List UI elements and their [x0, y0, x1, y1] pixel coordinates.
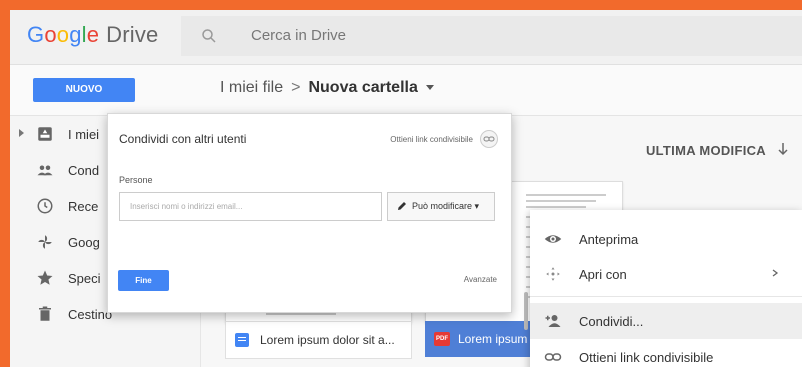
permission-dropdown[interactable]: Può modificare ▾ — [387, 192, 495, 221]
star-icon — [37, 270, 53, 285]
eye-icon — [544, 235, 562, 243]
permission-label: Può modificare ▾ — [412, 201, 480, 211]
column-header-last-modified[interactable]: ULTIMA MODIFICA — [646, 143, 766, 158]
menu-item-get-link[interactable]: Ottieni link condivisibile — [530, 339, 802, 367]
google-drive-logo[interactable]: Google Drive — [27, 22, 159, 48]
sidebar-item-label: Cestino — [68, 307, 113, 322]
logo-letter: o — [44, 22, 57, 47]
toolbar: NUOVO I miei file > Nuova cartella — [10, 65, 802, 116]
sidebar-item-label: Speci — [68, 271, 101, 286]
breadcrumb-separator: > — [291, 79, 301, 96]
menu-item-label: Apri con — [579, 267, 627, 282]
sidebar-item-label: Rece — [68, 199, 99, 214]
drive-icon — [38, 127, 52, 141]
add-person-icon — [545, 315, 561, 327]
sidebar-item-label: I miei — [68, 127, 100, 142]
logo-letter: G — [27, 22, 45, 47]
share-dialog: Condividi con altri utenti Ottieni link … — [107, 113, 512, 313]
scrollbar[interactable] — [524, 292, 528, 330]
people-input-wrapper[interactable] — [119, 192, 382, 221]
apps-icon — [546, 267, 560, 281]
file-name: Lorem ipsum — [458, 332, 528, 346]
logo-letter: e — [86, 22, 100, 47]
link-glyph — [483, 136, 495, 142]
pdf-icon: PDF — [434, 332, 450, 346]
link-icon[interactable] — [480, 130, 498, 148]
permission-value: Può modificare — [412, 201, 473, 211]
context-menu: Anteprima Apri con Condividi... Ottieni … — [530, 210, 802, 367]
menu-item-preview[interactable]: Anteprima — [530, 221, 802, 257]
sidebar-item-label: Cond — [68, 163, 100, 178]
expand-arrow-icon[interactable] — [19, 129, 24, 137]
menu-divider — [530, 296, 802, 297]
file-name: Lorem ipsum dolor sit a... — [260, 333, 395, 347]
done-button[interactable]: Fine — [118, 270, 169, 291]
advanced-link[interactable]: Avanzate — [464, 275, 497, 284]
logo-letter: o — [56, 22, 70, 47]
people-icon — [37, 165, 53, 176]
search-input[interactable]: Cerca in Drive — [251, 27, 346, 44]
docs-icon — [235, 333, 249, 347]
search-icon[interactable] — [200, 27, 218, 45]
caret-down-icon[interactable] — [425, 85, 434, 91]
menu-item-share[interactable]: Condividi... — [530, 303, 802, 339]
sidebar-item-label: Goog — [68, 235, 100, 250]
get-link-button[interactable]: Ottieni link condivisibile — [390, 135, 473, 144]
people-email-input[interactable] — [128, 193, 372, 220]
new-button[interactable]: NUOVO — [33, 78, 135, 102]
sort-arrow-down-icon[interactable] — [776, 142, 790, 156]
menu-item-label: Ottieni link condivisibile — [579, 350, 714, 365]
menu-item-label: Condividi... — [579, 314, 644, 329]
people-label: Persone — [119, 175, 153, 185]
breadcrumb-parent[interactable]: I miei file — [220, 79, 283, 96]
menu-item-open-with[interactable]: Apri con — [530, 256, 802, 292]
breadcrumb-current[interactable]: Nuova cartella — [308, 79, 417, 96]
clock-icon — [37, 198, 53, 214]
pencil-icon — [398, 202, 406, 210]
link-icon — [544, 353, 562, 361]
drive-window: Google Drive Cerca in Drive NUOVO I miei … — [10, 10, 802, 367]
search-bar[interactable]: Cerca in Drive — [181, 16, 802, 56]
photos-icon — [38, 235, 52, 249]
breadcrumb: I miei file > Nuova cartella — [220, 79, 434, 97]
file-item-doc[interactable]: Lorem ipsum dolor sit a... — [225, 321, 412, 359]
app-header: Google Drive Cerca in Drive — [10, 10, 802, 65]
menu-item-label: Anteprima — [579, 232, 639, 247]
logo-letter: g — [69, 22, 82, 47]
trash-icon — [39, 306, 51, 321]
logo-drive-text: Drive — [106, 22, 159, 47]
dialog-title: Condividi con altri utenti — [119, 132, 247, 146]
chevron-right-icon — [772, 269, 779, 277]
